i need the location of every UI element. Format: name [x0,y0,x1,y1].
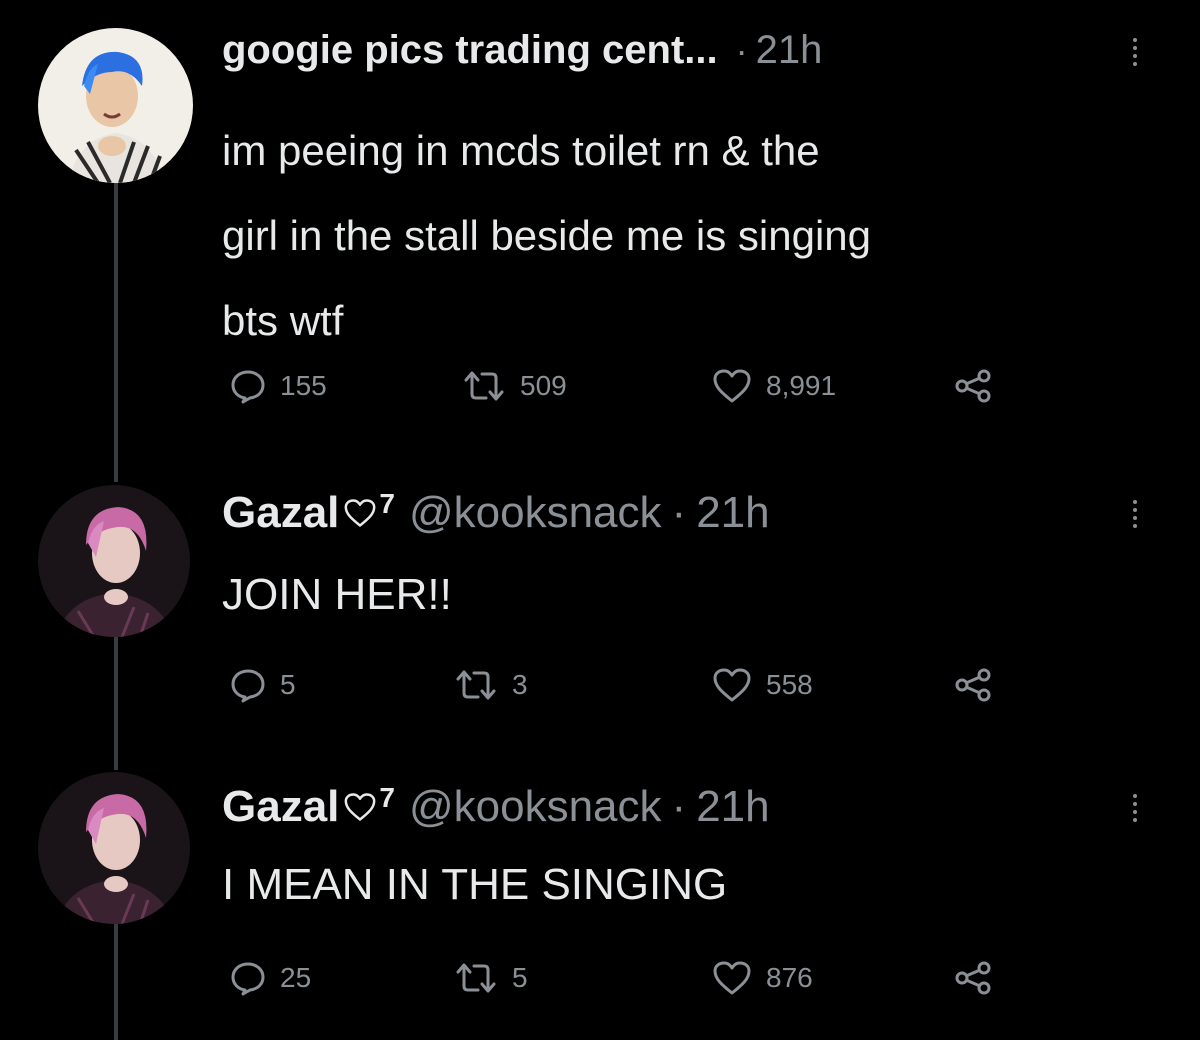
share-icon [955,668,991,702]
like-button[interactable]: 8,991 [712,366,836,406]
retweet-button[interactable]: 509 [462,366,567,406]
retweet-button[interactable]: 5 [454,958,528,998]
avatar[interactable] [38,772,190,924]
reply-button[interactable]: 5 [230,665,296,705]
like-count: 8,991 [766,370,837,401]
retweet-count: 3 [512,669,528,700]
timestamp[interactable]: 21h [696,782,769,832]
timestamp[interactable]: 21h [696,488,769,538]
blue-hair-avatar-icon [38,28,193,183]
name-suffix: 7 [379,782,395,813]
retweet-count: 5 [512,962,528,993]
pink-hair-avatar-icon [38,772,190,924]
tweet-text-line: bts wtf [222,297,344,344]
share-icon [955,369,991,403]
tweet-text: I MEAN IN THE SINGING [222,860,728,909]
tweet-header: Gazal 7 @kooksnack · 21h [222,782,770,832]
display-name[interactable]: Gazal [222,488,339,538]
share-button[interactable] [954,665,1008,705]
like-button[interactable]: 558 [712,665,813,705]
avatar[interactable] [38,485,190,637]
like-icon [713,369,751,403]
tweet-2[interactable]: Gazal 7 @kooksnack · 21h JOIN HER!! 5 3 [0,440,1200,740]
reply-count: 155 [280,370,327,401]
handle[interactable]: @kooksnack [409,782,662,832]
retweet-icon [456,963,496,993]
reply-icon [231,370,265,404]
timestamp[interactable]: 21h [756,28,823,73]
more-icon[interactable] [1132,794,1138,826]
share-icon [955,961,991,995]
tweet-1[interactable]: googie pics trading cent... · 21h im pee… [0,0,1200,440]
tweet-3[interactable]: Gazal 7 @kooksnack · 21h I MEAN IN THE S… [0,740,1200,1040]
like-icon [713,961,751,995]
more-icon[interactable] [1132,500,1138,532]
tweet-header: Gazal 7 @kooksnack · 21h [222,488,770,538]
reply-icon [231,962,265,996]
like-count: 558 [766,669,813,700]
retweet-icon [456,670,496,700]
tweet-actions: 25 5 876 [222,958,1022,998]
avatar[interactable] [38,28,193,183]
separator: · [671,782,687,831]
handle[interactable]: @kooksnack [409,488,662,538]
like-count: 876 [766,962,813,993]
tweet-header: googie pics trading cent... · 21h [222,28,822,73]
like-button[interactable]: 876 [712,958,813,998]
separator: · [671,488,687,537]
tweet-text: JOIN HER!! [222,570,452,619]
heart-outline-icon [344,793,376,821]
share-button[interactable] [954,958,1008,998]
tweet-text-line: girl in the stall beside me is singing [222,212,871,259]
tweet-text-line: im peeing in mcds toilet rn & the [222,127,820,174]
pink-hair-avatar-icon [38,485,190,637]
name-suffix: 7 [379,488,395,519]
retweet-icon [464,371,504,401]
tweet-text: im peeing in mcds toilet rn & the girl i… [222,108,871,363]
reply-count: 25 [280,962,312,993]
like-icon [713,668,751,702]
retweet-count: 509 [520,370,567,401]
more-icon[interactable] [1132,38,1138,70]
reply-count: 5 [280,669,296,700]
display-name[interactable]: googie pics trading cent... [222,28,718,73]
display-name[interactable]: Gazal [222,782,339,832]
tweet-actions: 155 509 8,991 [222,366,1022,406]
separator: · [735,30,748,71]
share-button[interactable] [954,366,1008,406]
heart-outline-icon [344,499,376,527]
reply-icon [231,669,265,703]
reply-button[interactable]: 25 [230,958,311,998]
tweet-actions: 5 3 558 [222,665,1022,705]
retweet-button[interactable]: 3 [454,665,528,705]
reply-button[interactable]: 155 [230,366,327,406]
